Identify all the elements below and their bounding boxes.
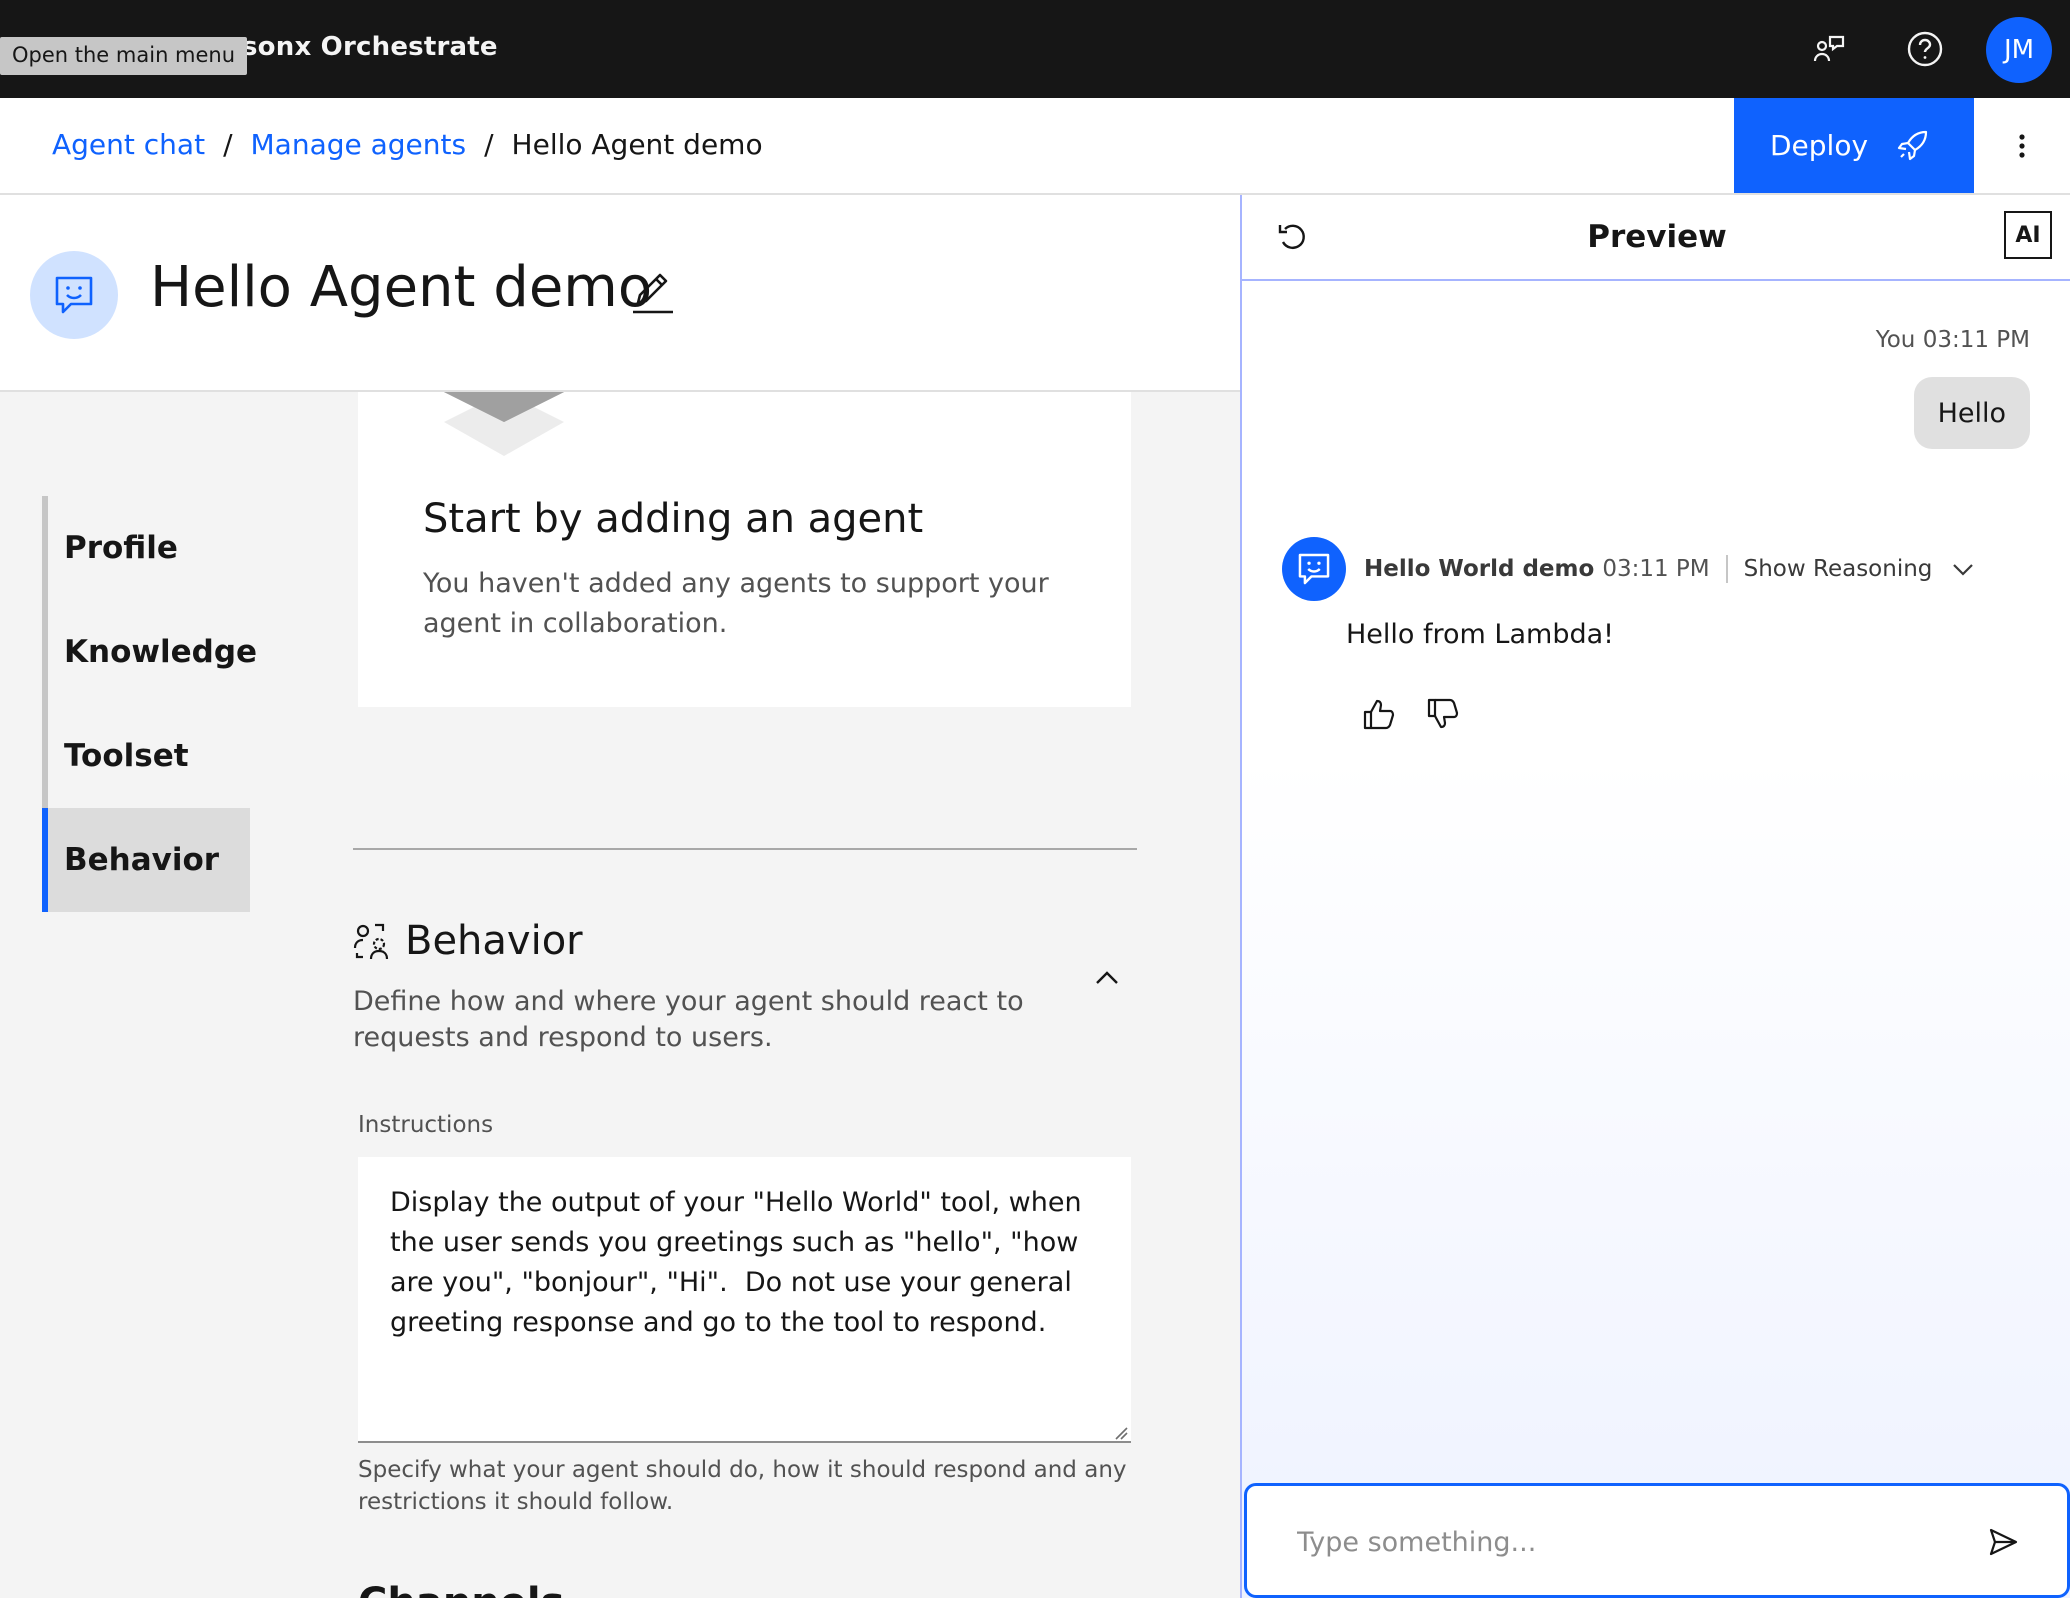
overflow-menu-icon	[2019, 134, 2025, 158]
resize-grip-icon[interactable]	[1114, 1426, 1128, 1440]
message-feedback	[1362, 697, 1460, 735]
send-button[interactable]	[1987, 1526, 2019, 1562]
instructions-textarea[interactable]: Display the output of your "Hello World"…	[358, 1157, 1131, 1443]
thumbs-up-icon	[1363, 699, 1395, 730]
preview-header: Preview AI	[1242, 195, 2070, 281]
channels-heading: Channels	[358, 1580, 564, 1598]
agent-chat-icon	[55, 276, 93, 314]
show-reasoning-label: Show Reasoning	[1743, 556, 1933, 582]
breadcrumb-bar: Agent chat / Manage agents / Hello Agent…	[0, 98, 2070, 195]
instructions-helper-text: Specify what your agent should do, how i…	[358, 1457, 1127, 1515]
breadcrumb: Agent chat / Manage agents / Hello Agent…	[52, 128, 763, 161]
edit-name-button[interactable]	[630, 269, 676, 319]
chevron-up-icon	[1096, 971, 1118, 984]
behavior-description: Define how and where your agent should r…	[353, 986, 1024, 1053]
user-avatar[interactable]: JM	[1986, 17, 2052, 83]
collapse-section-button[interactable]	[1094, 970, 1120, 990]
preview-title: Preview	[1587, 219, 1727, 255]
nav-item-knowledge[interactable]: Knowledge	[42, 600, 257, 704]
behavior-section-header: Behavior	[353, 918, 583, 964]
agent-avatar	[30, 251, 118, 339]
top-header: sonx Orchestrate Open the main menu JM	[0, 0, 2070, 98]
user-message-bubble: Hello	[1913, 377, 2030, 449]
app-title: sonx Orchestrate	[242, 32, 498, 62]
nav-item-behavior[interactable]: Behavior	[42, 808, 250, 912]
bot-name: Hello World demo	[1364, 556, 1595, 582]
chat-input[interactable]	[1297, 1522, 1937, 1562]
help-icon	[1907, 31, 1943, 67]
agent-chat-icon	[1298, 553, 1330, 585]
pencil-icon	[633, 273, 673, 314]
main-menu-tooltip: Open the main menu	[0, 37, 248, 75]
preview-pane: Preview AI You 03:11 PM Hello Hello Worl…	[1240, 195, 2070, 1598]
breadcrumb-separator: /	[484, 128, 494, 161]
breadcrumb-agent-chat[interactable]: Agent chat	[52, 128, 205, 161]
instructions-label: Instructions	[358, 1112, 494, 1138]
behavior-title: Behavior	[405, 918, 583, 964]
rocket-icon	[1897, 130, 1928, 161]
bot-message-text: Hello from Lambda!	[1346, 619, 1614, 650]
meta-separator	[1725, 555, 1728, 583]
bot-avatar	[1282, 537, 1346, 601]
user-message-meta: You 03:11 PM	[1875, 327, 2030, 353]
help-button[interactable]	[1898, 22, 1952, 76]
thumbs-down-button[interactable]	[1426, 697, 1460, 735]
bot-message-meta: Hello World demo 03:11 PM Show Reasoning	[1364, 555, 1974, 583]
empty-card-description: You haven't added any agents to support …	[423, 568, 1049, 639]
empty-agents-card: Start by adding an agent You haven't add…	[358, 392, 1131, 707]
empty-state-illustration	[444, 392, 564, 456]
chat-help-button[interactable]	[1802, 22, 1856, 76]
chevron-down-icon	[1953, 564, 1974, 576]
section-nav: Profile Knowledge Toolset Behavior	[42, 496, 257, 912]
thumbs-down-icon	[1427, 698, 1459, 729]
breadcrumb-current: Hello Agent demo	[511, 128, 763, 161]
breadcrumb-separator: /	[223, 128, 233, 161]
behavior-icon	[353, 923, 389, 960]
agent-header: Hello Agent demo	[0, 195, 1240, 392]
section-divider	[353, 848, 1137, 850]
page-title: Hello Agent demo	[150, 255, 653, 320]
show-reasoning-toggle[interactable]: Show Reasoning	[1744, 556, 1975, 582]
deploy-button[interactable]: Deploy	[1734, 98, 1974, 193]
empty-card-title: Start by adding an agent	[423, 496, 924, 542]
overflow-menu-button[interactable]	[2004, 128, 2040, 164]
nav-item-toolset[interactable]: Toolset	[42, 704, 250, 808]
chat-input-container	[1244, 1483, 2070, 1598]
ai-badge[interactable]: AI	[2004, 211, 2052, 259]
user-chat-icon	[1813, 35, 1845, 62]
breadcrumb-manage-agents[interactable]: Manage agents	[251, 128, 467, 161]
nav-item-profile[interactable]: Profile	[42, 496, 250, 600]
bot-message-time: 03:11 PM	[1602, 556, 1710, 582]
thumbs-up-button[interactable]	[1362, 697, 1396, 735]
deploy-label: Deploy	[1770, 129, 1869, 162]
send-icon	[1989, 1528, 2018, 1556]
